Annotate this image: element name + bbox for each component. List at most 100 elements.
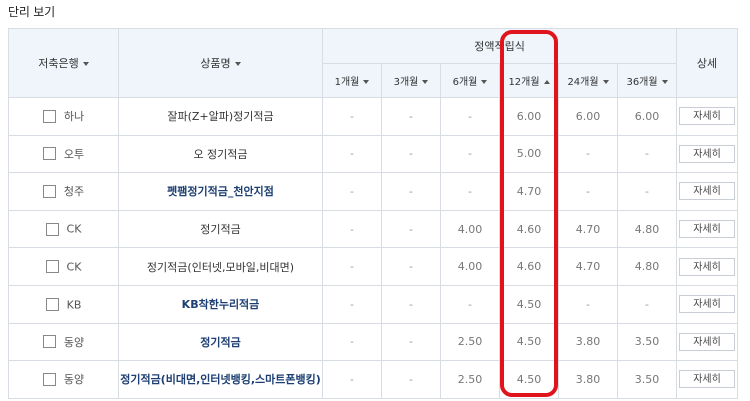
bank-cell: 청주 (8, 172, 119, 211)
sort-caret-icon (363, 80, 370, 84)
header-term-label: 3개월 (393, 77, 419, 88)
rate-cell: - (440, 97, 500, 136)
bank-cell: 하나 (8, 97, 119, 136)
rate-cell: - (440, 134, 500, 174)
rate-cell: - (381, 172, 441, 211)
bank-cell: KB (8, 284, 119, 324)
product-name[interactable]: 펫팸정기적금_천안지점 (118, 172, 323, 211)
header-product[interactable]: 상품명 (118, 28, 323, 98)
detail-cell: 자세히 (676, 247, 739, 286)
table-row: 동양 정기적금(비대면,인터넷뱅킹,스마트폰뱅킹) - -2.50 4.50 3.80 3.… (8, 360, 739, 399)
rate-cell: - (440, 284, 500, 324)
table-row: 오투 오 정기적금 - - -5.00- - 자세히 (8, 134, 739, 174)
detail-button[interactable]: 자세히 (679, 257, 736, 276)
rate-cell: - (322, 360, 382, 399)
rate-cell: 4.00 (440, 247, 500, 286)
bank-name: 청주 (63, 185, 85, 199)
row-checkbox[interactable] (42, 109, 56, 123)
rate-cell: 6.00 (558, 97, 618, 136)
rate-cell: 4.80 (616, 209, 678, 249)
rate-cell: 4.70 (558, 209, 618, 249)
header-term[interactable]: 36개월 (616, 63, 678, 98)
rate-cell: 3.80 (558, 360, 618, 399)
header-detail: 상세 (676, 28, 739, 98)
rate-cell: - (616, 134, 678, 174)
header-term-label: 24개월 (567, 77, 599, 88)
table-row: CK 정기적금(인터넷,모바일,비대면) - -4.00 4.60 4.70 4.80 자세히 (8, 247, 739, 286)
header-term[interactable]: 3개월 (381, 63, 441, 98)
rate-cell: 4.60 (499, 247, 559, 286)
detail-button[interactable]: 자세히 (679, 295, 736, 314)
table-row: 동양 정기적금 - -2.50 4.50 3.80 3.50 자세히 (8, 322, 739, 362)
rate-cell: - (381, 209, 441, 249)
rate-cell: 3.50 (616, 322, 678, 362)
header-term-label: 6개월 (452, 77, 478, 88)
header-group: 정액적립식 (321, 28, 678, 64)
row-checkbox[interactable] (45, 222, 59, 236)
bank-name: 오투 (63, 147, 85, 161)
detail-button[interactable]: 자세히 (679, 220, 736, 239)
bank-cell: 오투 (8, 134, 119, 174)
bank-name: 하나 (63, 110, 85, 124)
bank-name: CK (66, 222, 82, 236)
row-checkbox[interactable] (45, 298, 59, 312)
row-checkbox[interactable] (42, 335, 56, 349)
rate-cell: 3.50 (616, 360, 678, 399)
product-name: 정기적금(인터넷,모바일,비대면) (118, 247, 323, 286)
rate-cell: 4.50 (499, 360, 559, 399)
rate-cell: - (616, 172, 678, 211)
header-term[interactable]: 12개월 (499, 63, 559, 98)
header-term-label: 1개월 (334, 77, 360, 88)
detail-cell: 자세히 (676, 97, 739, 136)
rate-cell: - (322, 134, 382, 174)
header-product-label: 상품명 (200, 57, 231, 70)
bank-cell: CK (8, 209, 119, 249)
rate-cell: - (440, 172, 500, 211)
sort-caret-icon (234, 62, 241, 66)
header-term[interactable]: 6개월 (440, 63, 500, 98)
product-name: 오 정기적금 (118, 134, 323, 174)
header-term[interactable]: 1개월 (322, 63, 382, 98)
row-checkbox[interactable] (42, 184, 56, 198)
table-row: CK 정기적금 - -4.00 4.60 4.70 4.80 자세히 (8, 209, 739, 249)
header-bank[interactable]: 저축은행 (8, 28, 119, 98)
bank-name: KB (66, 298, 82, 312)
row-checkbox[interactable] (45, 260, 59, 274)
rate-cell: - (381, 322, 441, 362)
row-checkbox[interactable] (42, 372, 56, 386)
rate-cell: 4.70 (499, 172, 559, 211)
rate-cell: - (381, 284, 441, 324)
rate-cell: 4.00 (440, 209, 500, 249)
detail-button[interactable]: 자세히 (679, 144, 736, 163)
detail-button[interactable]: 자세히 (679, 182, 736, 201)
header-term[interactable]: 24개월 (558, 63, 618, 98)
rate-cell: 6.00 (499, 97, 559, 136)
detail-cell: 자세히 (676, 172, 739, 211)
detail-cell: 자세히 (676, 134, 739, 174)
product-name[interactable]: KB착한누리적금 (118, 284, 323, 324)
detail-button[interactable]: 자세히 (679, 107, 736, 126)
rate-cell: - (322, 247, 382, 286)
bank-name: 동양 (63, 335, 85, 349)
rate-cell: - (616, 284, 678, 324)
row-checkbox[interactable] (42, 147, 56, 161)
product-name[interactable]: 정기적금(비대면,인터넷뱅킹,스마트폰뱅킹) (118, 360, 323, 399)
sort-caret-icon (602, 80, 609, 84)
rate-cell: - (381, 360, 441, 399)
rate-cell: 4.60 (499, 209, 559, 249)
rate-cell: - (322, 284, 382, 324)
rate-cell: - (381, 247, 441, 286)
bank-cell: CK (8, 247, 119, 286)
product-name[interactable]: 정기적금 (118, 322, 323, 362)
detail-button[interactable]: 자세히 (679, 332, 736, 351)
table-row: KB KB착한누리적금 - - -4.50- - 자세히 (8, 284, 739, 324)
rate-cell: - (558, 134, 618, 174)
detail-button[interactable]: 자세히 (679, 370, 736, 389)
rate-cell: 3.80 (558, 322, 618, 362)
table-row: 하나 잘파(Z+알파)정기적금 - - -6.00 6.00 6.00 자세히 (8, 97, 739, 136)
product-name: 잘파(Z+알파)정기적금 (118, 97, 323, 136)
rate-cell: - (322, 209, 382, 249)
header-term-label: 12개월 (508, 77, 540, 88)
rate-cell: 2.50 (440, 322, 500, 362)
bank-cell: 동양 (8, 360, 119, 399)
